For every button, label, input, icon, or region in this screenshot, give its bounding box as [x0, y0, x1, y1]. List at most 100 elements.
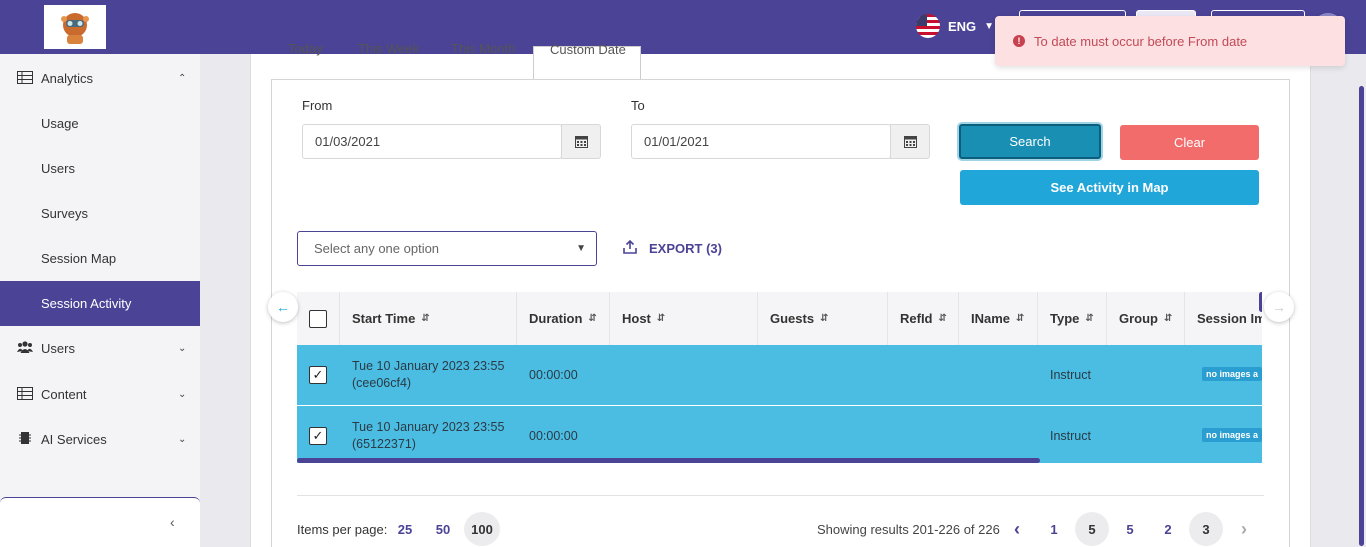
vertical-scrollbar[interactable]	[1259, 292, 1262, 312]
error-icon: !	[1013, 35, 1025, 47]
export-label: EXPORT (3)	[649, 241, 722, 256]
sidebar-item-analytics[interactable]: Analytics ⌃	[0, 56, 200, 101]
calendar-icon[interactable]	[890, 124, 930, 159]
sidebar: Analytics ⌃ Usage Users Surveys Session …	[0, 54, 200, 547]
sidebar-item-surveys[interactable]: Surveys	[0, 191, 200, 236]
sidebar-item-content[interactable]: Content ⌄	[0, 372, 200, 417]
sort-icon: ⇵	[656, 313, 666, 324]
sidebar-item-session-map[interactable]: Session Map	[0, 236, 200, 281]
calendar-icon[interactable]	[561, 124, 601, 159]
page-link-current[interactable]: 5	[1075, 512, 1109, 546]
tab-this-week[interactable]: This Week	[358, 41, 438, 80]
tab-today[interactable]: Today	[288, 41, 348, 80]
type-cell: Instruct	[1050, 368, 1091, 382]
column-start-time[interactable]: Start Time ⇵	[340, 292, 517, 345]
column-iname[interactable]: IName ⇵	[959, 292, 1038, 345]
chevron-down-icon: ⌄	[178, 389, 187, 400]
page-size-100[interactable]: 100	[464, 512, 500, 546]
scroll-left-arrow-icon[interactable]: ←	[268, 292, 298, 322]
page-link[interactable]: 5	[1113, 512, 1147, 546]
sidebar-item-label: Analytics	[41, 71, 94, 86]
collapse-chevron-icon[interactable]: ‹	[170, 514, 175, 530]
column-host[interactable]: Host ⇵	[610, 292, 758, 345]
chevron-down-icon: ⌄	[178, 434, 187, 445]
to-date-input[interactable]: 01/01/2021	[631, 124, 891, 159]
page-link-current[interactable]: 3	[1189, 512, 1223, 546]
duration-cell: 00:00:00	[529, 429, 578, 443]
logo-icon	[61, 13, 89, 44]
select-all-cell	[297, 292, 340, 345]
select-all-checkbox[interactable]	[309, 309, 327, 328]
items-per-page-label: Items per page:	[297, 522, 388, 537]
sidebar-item-users-analytics[interactable]: Users	[0, 146, 200, 191]
no-images-badge: no images a	[1202, 428, 1262, 442]
export-button[interactable]: EXPORT (3)	[623, 239, 722, 257]
tab-custom-date[interactable]: Custom Date	[533, 42, 641, 81]
page-size-50[interactable]: 50	[426, 512, 460, 546]
language-selector[interactable]: ENG ▼	[916, 14, 994, 38]
results-summary: Showing results 201-226 of 226	[817, 522, 1000, 537]
page-link[interactable]: 1	[1037, 512, 1071, 546]
page-size-25[interactable]: 25	[388, 512, 422, 546]
tab-this-month[interactable]: This Month	[451, 41, 536, 80]
see-activity-map-button[interactable]: See Activity in Map	[960, 170, 1259, 205]
to-label: To	[631, 98, 645, 113]
no-images-badge: no images a	[1202, 367, 1262, 381]
next-page-icon[interactable]: ›	[1227, 512, 1261, 546]
column-session-images[interactable]: Session Im	[1185, 292, 1262, 345]
sidebar-collapse-area: ‹	[0, 497, 200, 547]
sort-icon: ⇵	[1085, 313, 1094, 324]
option-select[interactable]: Select any one option ▼	[297, 231, 597, 266]
search-button[interactable]: Search	[959, 124, 1101, 159]
select-placeholder: Select any one option	[314, 241, 440, 256]
sidebar-item-session-activity[interactable]: Session Activity	[0, 281, 200, 326]
type-cell: Instruct	[1050, 429, 1091, 443]
prev-page-icon[interactable]: ‹	[1000, 512, 1034, 546]
chevron-down-icon: ▼	[984, 20, 995, 32]
chevron-down-icon: ⌄	[178, 343, 187, 354]
column-guests[interactable]: Guests ⇵	[758, 292, 888, 345]
sidebar-item-usage[interactable]: Usage	[0, 101, 200, 146]
sidebar-item-label: Content	[41, 387, 87, 402]
sidebar-item-label: Surveys	[41, 206, 88, 221]
from-date-input[interactable]: 01/03/2021	[302, 124, 562, 159]
column-duration[interactable]: Duration ⇵	[517, 292, 610, 345]
sort-icon: ⇵	[421, 313, 430, 324]
page-link[interactable]: 2	[1151, 512, 1185, 546]
sessions-table: Start Time ⇵ Duration ⇵ Host ⇵ Guests ⇵ RefI…	[297, 292, 1262, 463]
duration-cell: 00:00:00	[529, 368, 578, 382]
session-id-cell: (65122371)	[352, 437, 416, 451]
scroll-right-arrow-icon[interactable]: →	[1264, 292, 1294, 322]
sidebar-item-label: Session Activity	[41, 296, 132, 311]
column-refid[interactable]: RefId ⇵	[888, 292, 959, 345]
sidebar-item-label: Users	[41, 161, 75, 176]
horizontal-scrollbar[interactable]	[297, 458, 1040, 463]
sidebar-item-label: Usage	[41, 116, 79, 131]
sidebar-item-label: Session Map	[41, 251, 117, 266]
chevron-down-icon: ▼	[576, 243, 586, 254]
column-group[interactable]: Group ⇵	[1107, 292, 1185, 345]
us-flag-icon	[916, 14, 940, 38]
column-type[interactable]: Type ⇵	[1038, 292, 1107, 345]
chevron-up-icon: ⌃	[178, 73, 187, 84]
sort-icon: ⇵	[820, 313, 829, 324]
clear-button[interactable]: Clear	[1120, 125, 1259, 160]
from-label: From	[302, 98, 333, 113]
table-header: Start Time ⇵ Duration ⇵ Host ⇵ Guests ⇵ RefI…	[297, 292, 1262, 345]
sidebar-item-users[interactable]: Users ⌄	[0, 326, 200, 371]
sort-icon: ⇵	[938, 313, 947, 324]
sort-icon: ⇵	[1016, 313, 1025, 324]
table-row[interactable]: ✓ Tue 10 January 2023 23:55 (cee06cf4) 0…	[297, 345, 1262, 405]
table-row[interactable]: ✓ Tue 10 January 2023 23:55 (65122371) 0…	[297, 406, 1262, 463]
sidebar-item-label: Users	[41, 341, 75, 356]
session-id-cell: (cee06cf4)	[352, 376, 412, 390]
divider	[297, 495, 1264, 496]
page-scrollbar[interactable]	[1356, 54, 1366, 547]
row-checkbox[interactable]: ✓	[309, 366, 327, 384]
app-logo[interactable]	[44, 5, 106, 49]
row-checkbox[interactable]: ✓	[309, 427, 327, 445]
sidebar-item-ai-services[interactable]: AI Services ⌄	[0, 417, 200, 462]
sidebar-item-label: AI Services	[41, 432, 107, 447]
start-time-cell: Tue 10 January 2023 23:55	[352, 359, 505, 373]
sort-icon: ⇵	[1164, 313, 1173, 324]
